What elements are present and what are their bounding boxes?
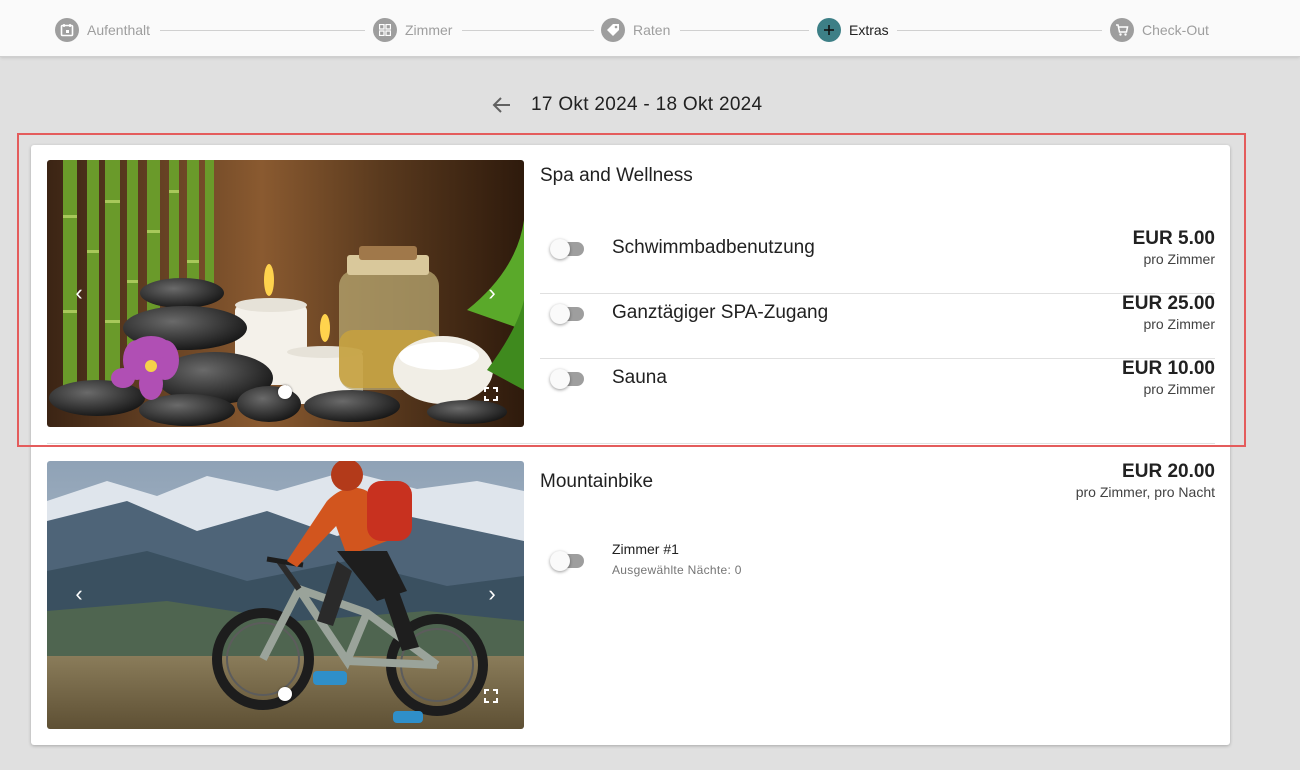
price-unit: pro Zimmer, pro Nacht — [1075, 484, 1215, 500]
carousel-prev-button[interactable]: ‹ — [67, 280, 91, 306]
option-price: EUR 5.00 pro Zimmer — [1133, 228, 1215, 267]
bike-price: EUR 20.00 pro Zimmer, pro Nacht — [1076, 461, 1215, 500]
selected-nights: Ausgewählte Nächte: 0 — [612, 563, 742, 577]
carousel-next-button[interactable]: › — [480, 581, 504, 607]
bike-title: Mountainbike — [540, 471, 654, 492]
carousel-indicator-dot[interactable] — [278, 687, 292, 701]
option-name: Ganztägiger SPA-Zugang — [612, 302, 829, 323]
step-raten[interactable]: Raten — [601, 18, 670, 42]
spa-title: Spa and Wellness — [540, 165, 693, 186]
carousel-indicator-dot[interactable] — [278, 385, 292, 399]
step-label: Zimmer — [405, 22, 453, 38]
cart-icon — [1110, 18, 1134, 42]
option-price: EUR 25.00 pro Zimmer — [1122, 293, 1215, 332]
spa-option-row: Ganztägiger SPA-Zugang EUR 25.00 pro Zim… — [540, 293, 1215, 359]
section-divider — [47, 443, 1215, 444]
price-unit: pro Zimmer — [1143, 316, 1215, 332]
grid-icon — [373, 18, 397, 42]
price-unit: pro Zimmer — [1143, 251, 1215, 267]
stepper-connector — [462, 30, 594, 31]
tag-icon — [601, 18, 625, 42]
spa-image-carousel[interactable]: ‹ › — [47, 160, 524, 427]
bike-image-carousel[interactable]: ‹ › — [47, 461, 524, 729]
calendar-icon — [55, 18, 79, 42]
spa-zugang-toggle[interactable] — [550, 302, 586, 324]
option-name: Schwimmbadbenutzung — [612, 237, 815, 258]
zimmer-1-toggle[interactable] — [550, 549, 586, 571]
step-label: Extras — [849, 22, 889, 38]
option-price: EUR 10.00 pro Zimmer — [1122, 358, 1215, 397]
step-label: Raten — [633, 22, 671, 38]
extras-card: ‹ › Spa and Wellness Schwimmbadbenutzung… — [31, 145, 1230, 745]
sauna-toggle[interactable] — [550, 367, 586, 389]
price-amount: EUR 25.00 — [1122, 293, 1215, 314]
booking-stepper: Aufenthalt Zimmer Raten Extras Check-Out — [0, 0, 1300, 57]
date-range: 17 Okt 2024 - 18 Okt 2024 — [531, 94, 763, 115]
back-arrow-icon[interactable] — [490, 94, 514, 116]
step-label: Check-Out — [1142, 22, 1209, 38]
price-amount: EUR 10.00 — [1122, 358, 1215, 379]
price-amount: EUR 5.00 — [1132, 228, 1215, 249]
spa-option-row: Schwimmbadbenutzung EUR 5.00 pro Zimmer — [540, 228, 1215, 294]
carousel-next-button[interactable]: › — [480, 280, 504, 306]
date-header: 17 Okt 2024 - 18 Okt 2024 — [0, 92, 1300, 118]
stepper-connector — [680, 30, 809, 31]
fullscreen-icon[interactable] — [484, 387, 498, 401]
stepper-connector — [160, 30, 365, 31]
carousel-prev-button[interactable]: ‹ — [67, 581, 91, 607]
schwimmbad-toggle[interactable] — [550, 237, 586, 259]
step-label: Aufenthalt — [87, 22, 151, 38]
step-check-out[interactable]: Check-Out — [1110, 18, 1209, 42]
spa-option-row: Sauna EUR 10.00 pro Zimmer — [540, 358, 1215, 423]
stepper-connector — [897, 30, 1102, 31]
room-label: Zimmer #1 — [612, 541, 679, 557]
price-amount: EUR 20.00 — [1122, 461, 1215, 482]
step-extras[interactable]: Extras — [817, 18, 889, 42]
option-name: Sauna — [612, 367, 667, 388]
plus-icon — [817, 18, 841, 42]
step-aufenthalt[interactable]: Aufenthalt — [55, 18, 150, 42]
fullscreen-icon[interactable] — [484, 689, 498, 703]
step-zimmer[interactable]: Zimmer — [373, 18, 452, 42]
price-unit: pro Zimmer — [1143, 381, 1215, 397]
